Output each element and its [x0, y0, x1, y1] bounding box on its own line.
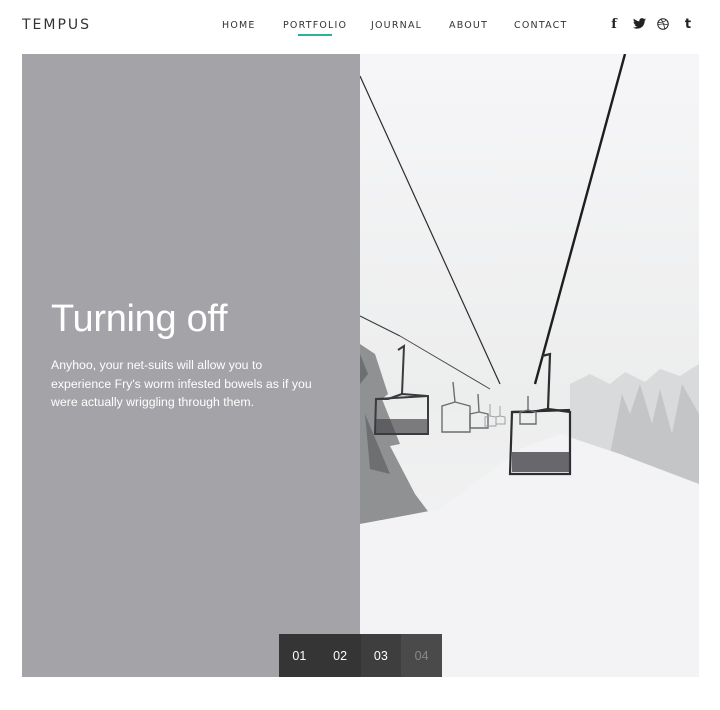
slide-caption-panel: Turning off Anyhoo, your net-suits will … — [22, 54, 360, 677]
pager-item-01[interactable]: 01 — [279, 634, 320, 677]
pager-item-02[interactable]: 02 — [319, 634, 361, 677]
facebook-icon[interactable]: f — [607, 18, 621, 32]
nav-item-journal[interactable]: JOURNAL — [371, 20, 422, 31]
site-logo[interactable]: TEMPUS — [22, 17, 91, 33]
hero-slider: Turning off Anyhoo, your net-suits will … — [22, 53, 699, 677]
pager-item-03[interactable]: 03 — [360, 634, 402, 677]
dribbble-icon[interactable] — [656, 18, 670, 30]
site-header: TEMPUS HOME PORTFOLIO JOURNAL ABOUT CONT… — [0, 0, 720, 54]
pager-item-04[interactable]: 04 — [401, 634, 442, 677]
slide-description: Anyhoo, your net-suits will allow you to… — [51, 358, 312, 409]
slide-title: Turning off — [51, 298, 228, 340]
nav-item-about[interactable]: ABOUT — [449, 20, 488, 31]
tumblr-icon[interactable]: t — [681, 18, 695, 32]
twitter-icon[interactable] — [632, 18, 646, 29]
slide-photo-ski-lift — [359, 53, 699, 677]
slide-pager: 01 02 03 04 — [279, 634, 442, 677]
nav-item-contact[interactable]: CONTACT — [514, 20, 567, 31]
nav-item-portfolio[interactable]: PORTFOLIO — [283, 20, 347, 31]
nav-item-home[interactable]: HOME — [222, 20, 256, 31]
